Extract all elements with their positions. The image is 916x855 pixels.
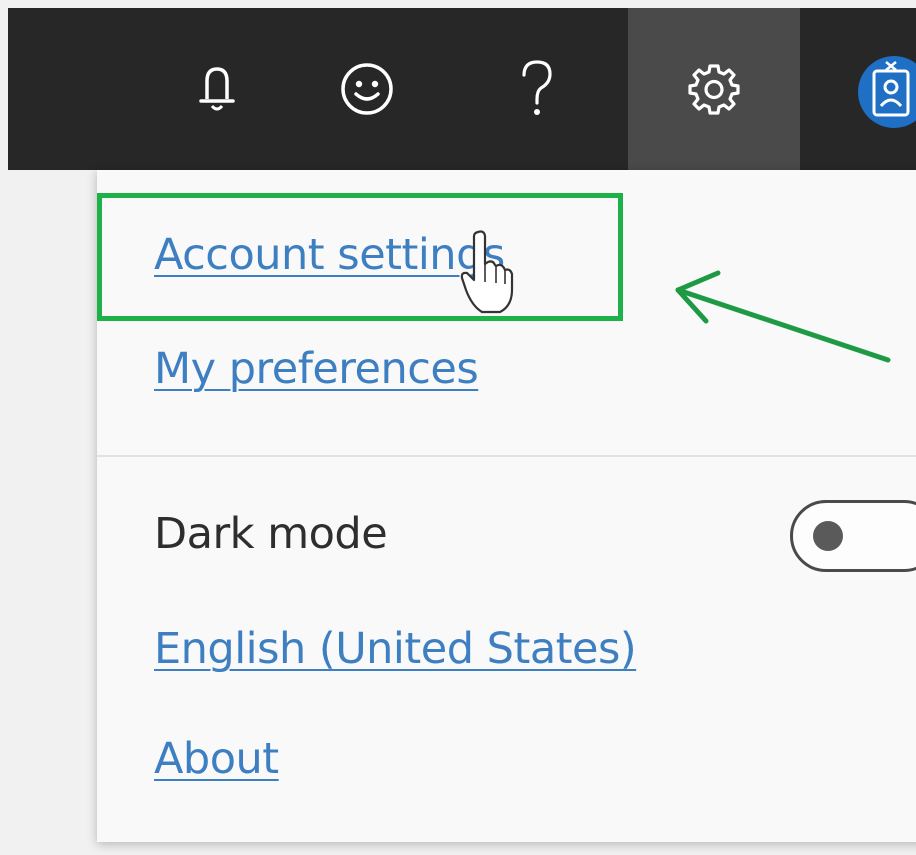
smiley-icon	[339, 61, 395, 117]
top-toolbar	[8, 8, 916, 170]
menu-divider	[97, 455, 916, 457]
annotation-arrow-icon	[660, 255, 900, 379]
account-settings-link[interactable]: Account settings	[154, 230, 505, 280]
about-link[interactable]: About	[154, 734, 279, 784]
settings-button[interactable]	[628, 8, 800, 170]
dark-mode-toggle[interactable]	[790, 500, 916, 572]
language-link[interactable]: English (United States)	[154, 624, 637, 674]
avatar[interactable]	[858, 56, 916, 128]
toggle-knob	[813, 521, 843, 551]
notifications-button[interactable]	[157, 8, 277, 170]
feedback-button[interactable]	[307, 8, 427, 170]
hand-cursor-icon	[458, 228, 522, 322]
help-icon	[519, 59, 555, 119]
screen: Account settings My preferences Dark mod…	[0, 0, 916, 855]
my-preferences-link[interactable]: My preferences	[154, 344, 479, 394]
help-button[interactable]	[477, 8, 597, 170]
user-badge-icon	[858, 61, 916, 132]
dark-mode-label: Dark mode	[154, 509, 388, 559]
bell-icon	[197, 65, 237, 113]
gear-icon	[687, 62, 741, 116]
